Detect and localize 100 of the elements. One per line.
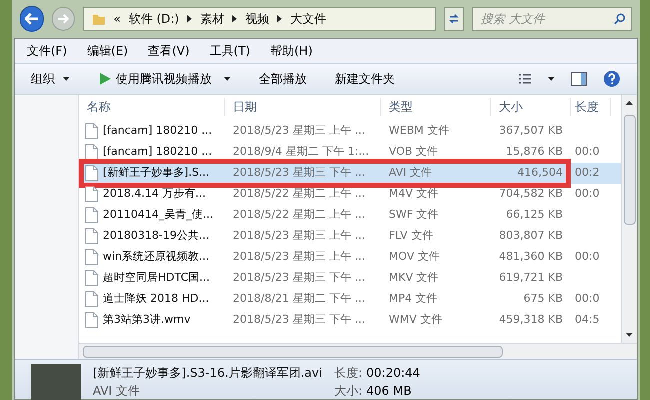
- length-cell: 00:0: [575, 292, 600, 306]
- file-row[interactable]: win系统还原视频教... 2018/5/23 星期三 上午 ... MOV 文件 481,360 KB 00:0: [79, 247, 621, 268]
- column-header[interactable]: 长度: [571, 98, 611, 116]
- play-icon: [98, 72, 112, 86]
- size-cell-text: 15,876 KB: [506, 144, 563, 160]
- length-cell: 00:2: [575, 166, 600, 180]
- help-icon[interactable]: [603, 70, 621, 88]
- type-cell-text: AVI 文件: [388, 165, 434, 182]
- address-bar[interactable]: « 软件 (D:) 素材 视频 大文件: [82, 7, 436, 31]
- toolbar-button[interactable]: 新建文件夹: [335, 70, 395, 88]
- forward-button[interactable]: [52, 7, 75, 31]
- chevron-icon: [232, 15, 238, 23]
- scroll-thumb[interactable]: [83, 346, 503, 358]
- length-cell: 00:0: [575, 145, 600, 158]
- video-thumbnail: [31, 364, 81, 400]
- type-cell-text: SWF 文件: [388, 207, 440, 224]
- refresh-icon: [448, 13, 460, 25]
- breadcrumb[interactable]: 软件 (D:): [128, 10, 180, 28]
- size-value: 406 MB: [366, 383, 412, 400]
- folder-icon: [92, 12, 106, 26]
- type-cell-text: WEBM 文件: [388, 123, 450, 140]
- file-row[interactable]: 第3站第3讲.wmv 2018/5/23 星期三 下午 ... WMV 文件 459,318 KB 04:5: [79, 310, 621, 331]
- file-icon: [85, 144, 99, 161]
- play-with-button[interactable]: 使用腾讯视频播放: [98, 70, 231, 88]
- date-cell-text: 2018/9/4 星期二 下午 1:...: [232, 144, 370, 160]
- column-header[interactable]: 名称: [79, 98, 225, 116]
- arrow-right-icon: [57, 14, 70, 24]
- file-icon: [85, 207, 99, 224]
- horizontal-scrollbar[interactable]: [79, 343, 637, 359]
- file-name: 超时空同居HDTC国...: [103, 270, 210, 286]
- column-header[interactable]: 类型: [381, 98, 491, 116]
- type-cell-text: WMV 文件: [388, 312, 444, 328]
- refresh-button[interactable]: [444, 7, 464, 31]
- caret-icon: [63, 77, 70, 81]
- file-row[interactable]: 超时空同居HDTC国... 2018/5/23 星期三 下午 ... MKV 文件 619,721 KB: [79, 268, 621, 289]
- file-icon: [85, 186, 99, 203]
- size-label: 大小:: [334, 383, 362, 400]
- date-cell-text: 2018/5/23 星期三 上午 ...: [232, 123, 366, 140]
- type-cell-text: MKV 文件: [388, 270, 440, 286]
- search-icon: [614, 13, 626, 25]
- vertical-scrollbar[interactable]: [621, 95, 637, 343]
- type-cell-text: VOB 文件: [388, 144, 440, 160]
- organize-button[interactable]: 组织: [31, 70, 70, 88]
- file-icon: [85, 270, 99, 287]
- breadcrumb[interactable]: 视频: [245, 10, 270, 28]
- file-row[interactable]: [fancam] 180210 ... 2018/9/4 星期二 下午 1:... VOB 文件 15,876 KB 00:0: [79, 142, 621, 163]
- file-icon: [85, 312, 99, 329]
- menu-item[interactable]: 文件(F): [27, 42, 68, 60]
- file-icon: [85, 249, 99, 266]
- date-cell-text: 2018/5/22 星期二 上午 ...: [232, 186, 366, 202]
- file-icon: [85, 165, 99, 182]
- view-list-icon[interactable]: [518, 73, 532, 85]
- breadcrumb[interactable]: 素材: [200, 10, 224, 28]
- menu-item[interactable]: 编辑(E): [87, 42, 128, 60]
- file-row[interactable]: 道士降妖 2018 HD... 2018/8/21 星期二 下午 ... MP4 文件 675 KB 00:0: [79, 289, 621, 310]
- search-field[interactable]: 搜索 大文件: [472, 7, 632, 31]
- breadcrumb[interactable]: «: [114, 10, 121, 28]
- preview-pane-icon[interactable]: [571, 72, 587, 86]
- file-row[interactable]: 20180318-19公共... 2018/5/23 星期三 上午 ... FLV 文件 803,807 KB: [79, 226, 621, 247]
- chevron-icon: [277, 15, 282, 23]
- file-name: 20180318-19公共...: [103, 228, 210, 244]
- type-cell-text: MP4 文件: [388, 291, 439, 308]
- file-row[interactable]: 2018.4.14 万步有... 2018/5/22 星期二 上午 ... M4V 文件 704,582 KB 00:0: [79, 184, 621, 205]
- date-cell-text: 2018/5/22 星期二 上午 ...: [232, 207, 366, 224]
- file-name: [新鲜王子妙事多].S...: [103, 165, 210, 182]
- size-cell-text: 619,721 KB: [499, 270, 563, 286]
- menu-item[interactable]: 查看(V): [148, 42, 190, 60]
- length-cell: 00:0: [575, 250, 600, 264]
- toolbar-button[interactable]: 全部播放: [259, 70, 307, 88]
- date-cell-text: 2018/8/21 星期二 下午 ...: [232, 291, 366, 308]
- menu-item[interactable]: 工具(T): [210, 42, 250, 60]
- size-cell-text: 459,318 KB: [499, 312, 563, 328]
- file-row[interactable]: 20110414_吴青_使... 2018/5/22 星期二 上午 ... SWF 文件 66,125 KB: [79, 205, 621, 226]
- column-header[interactable]: 大小: [491, 98, 571, 116]
- size-cell-text: 803,807 KB: [499, 228, 563, 244]
- file-name: 2018.4.14 万步有...: [103, 186, 206, 202]
- arrow-left-icon: [25, 13, 40, 25]
- details-file-name: [新鲜王子妙事多].S3-16.片影翻译军团.avi: [93, 365, 322, 382]
- caret-icon: [224, 77, 231, 81]
- file-name: 第3站第3讲.wmv: [103, 312, 191, 328]
- caret-down-icon: [626, 333, 633, 337]
- chevron-icon: [187, 15, 192, 23]
- length-cell: 00:0: [575, 187, 600, 200]
- file-icon: [85, 228, 99, 245]
- column-header[interactable]: 日期: [225, 98, 381, 116]
- caret-up-icon: [626, 101, 633, 105]
- caret-icon[interactable]: [548, 77, 555, 81]
- back-button[interactable]: [20, 6, 44, 32]
- file-name: win系统还原视频教...: [103, 249, 210, 266]
- file-name: 道士降妖 2018 HD...: [103, 291, 210, 308]
- length-value: 00:20:44: [366, 365, 420, 382]
- breadcrumb[interactable]: 大文件: [290, 10, 326, 28]
- details-file-type: AVI 文件: [93, 383, 142, 400]
- menu-item[interactable]: 帮助(H): [270, 42, 313, 60]
- size-cell-text: 481,360 KB: [499, 249, 563, 266]
- file-row[interactable]: [fancam] 180210 ... 2018/5/23 星期三 上午 ... WEBM 文件 367,507 KB: [79, 121, 621, 142]
- file-name: [fancam] 180210 ...: [103, 144, 212, 160]
- file-name: [fancam] 180210 ...: [103, 123, 212, 140]
- scroll-thumb[interactable]: [624, 115, 636, 225]
- length-label: 长度:: [334, 365, 362, 382]
